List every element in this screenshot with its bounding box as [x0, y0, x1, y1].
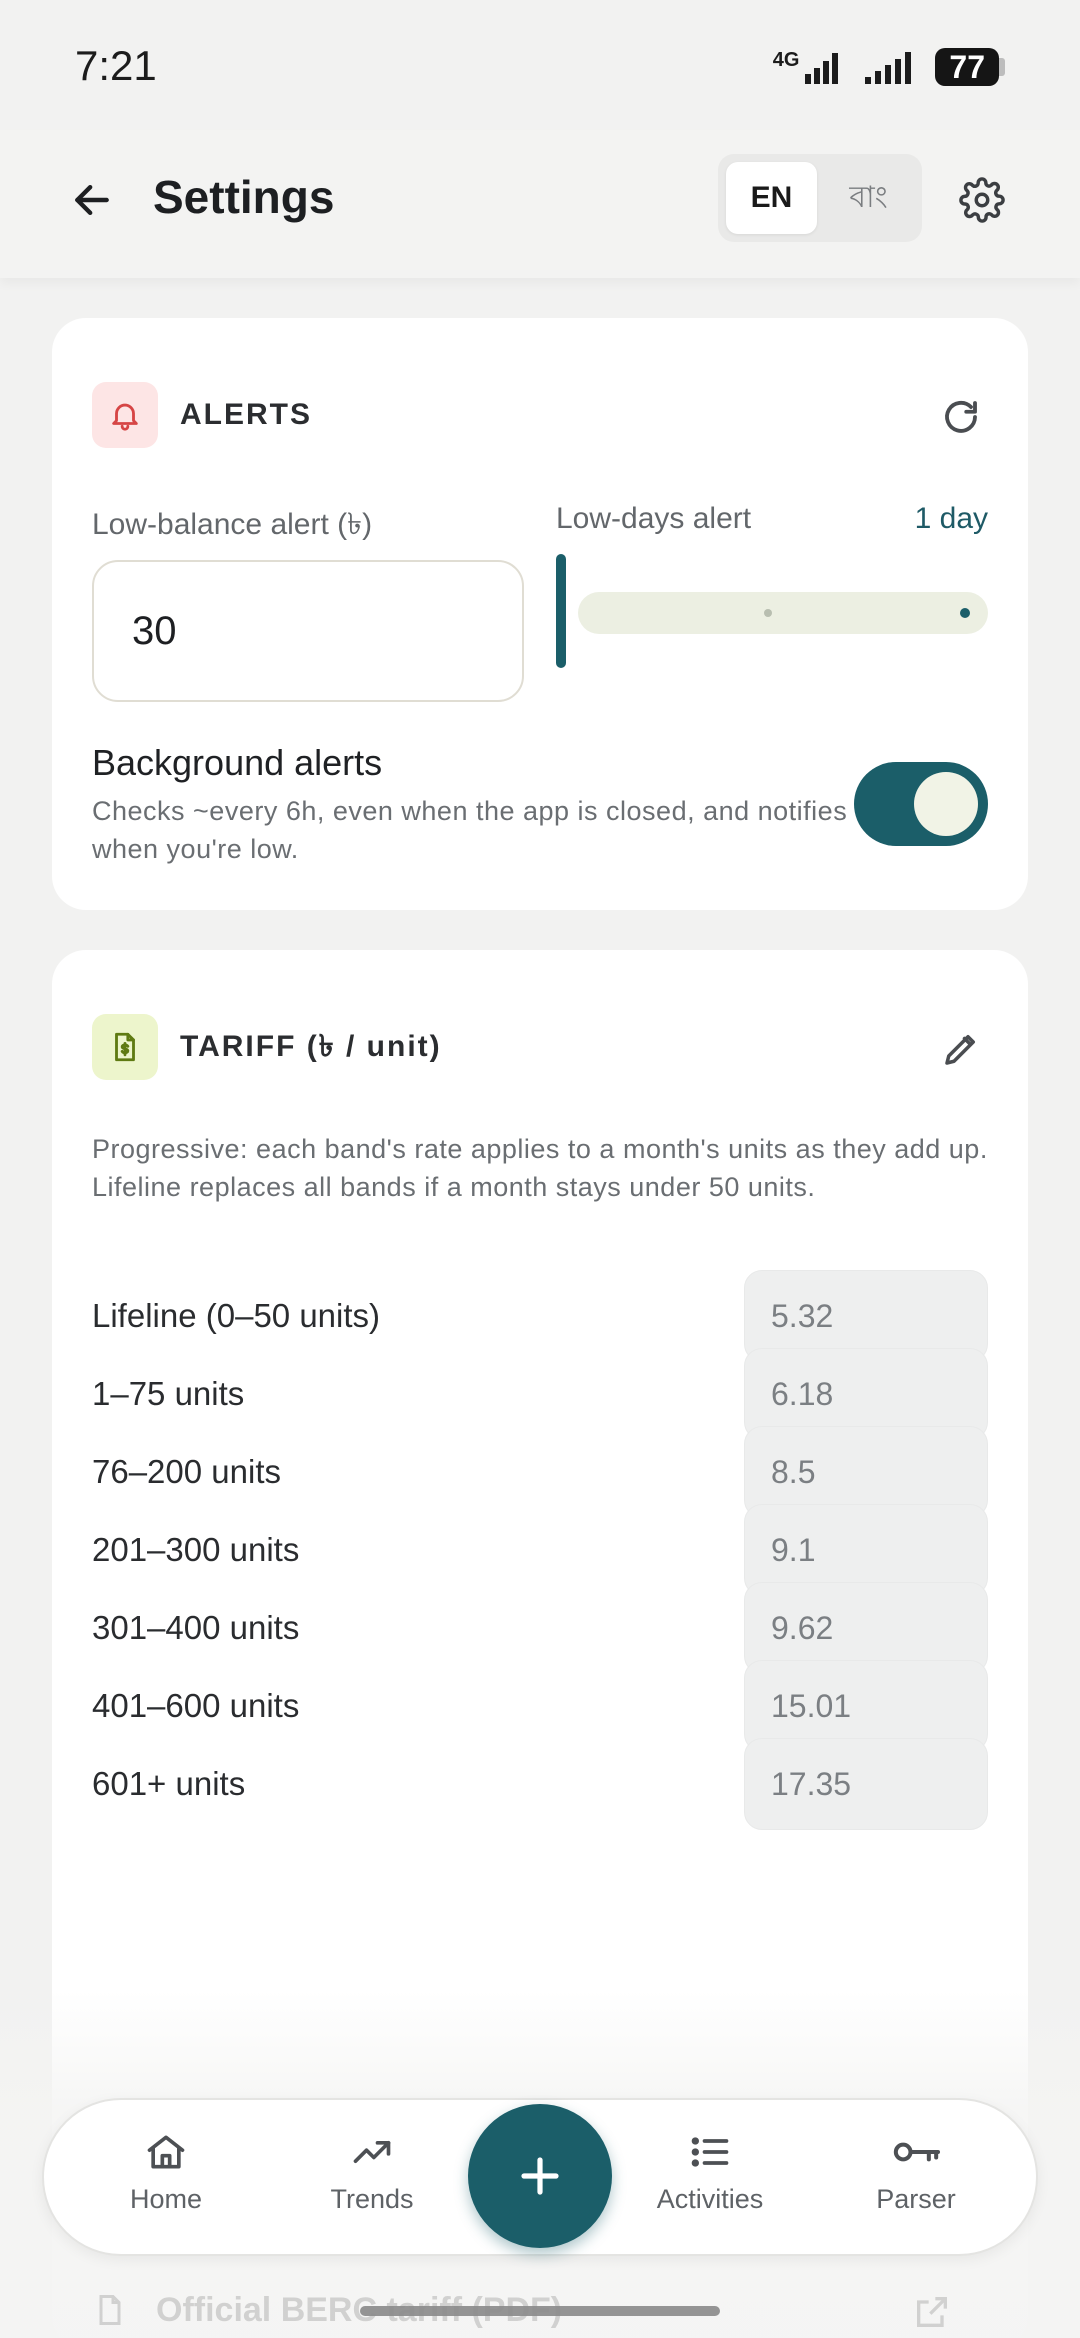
- signal-icon: [865, 52, 912, 84]
- status-bar: 7:21 4G 77: [0, 0, 1080, 130]
- home-icon: [147, 2135, 185, 2169]
- invoice-icon: [92, 1014, 158, 1080]
- lang-option-bn[interactable]: বাং: [823, 162, 914, 234]
- battery-icon: 77: [935, 48, 1005, 86]
- settings-button[interactable]: [954, 172, 1010, 228]
- band-label: 201–300 units: [92, 1531, 300, 1568]
- tariff-card-title: TARIFF (৳ / unit): [180, 1029, 442, 1063]
- tariff-card-header: TARIFF (৳ / unit): [92, 1014, 442, 1080]
- add-button[interactable]: [468, 2104, 612, 2248]
- nav-item-home[interactable]: Home: [76, 2130, 256, 2215]
- signal-icon: [805, 53, 839, 84]
- nav-label: Parser: [876, 2184, 956, 2214]
- app-header: Settings EN বাং: [0, 130, 1080, 278]
- low-days-slider[interactable]: [556, 554, 988, 668]
- reset-alerts-button[interactable]: [934, 390, 988, 444]
- language-toggle[interactable]: EN বাং: [718, 154, 922, 242]
- background-alerts-title: Background alerts: [92, 742, 383, 783]
- slider-handle[interactable]: [556, 554, 566, 668]
- trending-up-icon: [353, 2141, 391, 2163]
- nav-item-activities[interactable]: Activities: [620, 2130, 800, 2215]
- battery-tip: [999, 58, 1005, 76]
- band-label: 601+ units: [92, 1765, 246, 1802]
- band-label: 1–75 units: [92, 1375, 245, 1412]
- network-type: 4G: [772, 49, 800, 71]
- slider-tick: [764, 609, 772, 617]
- low-days-value: 1 day: [914, 502, 988, 535]
- alerts-card-header: ALERTS: [92, 382, 312, 448]
- arrow-left-icon: [75, 184, 109, 216]
- status-indicators: 4G 77: [773, 48, 1005, 86]
- battery-level: 77: [935, 48, 999, 86]
- list-icon: [691, 2137, 729, 2167]
- pencil-icon: [945, 1035, 975, 1065]
- home-indicator[interactable]: [360, 2306, 720, 2316]
- band-label: Lifeline (0–50 units): [92, 1297, 381, 1334]
- bell-icon: [92, 382, 158, 448]
- page-title: Settings: [153, 171, 335, 223]
- nav-item-trends[interactable]: Trends: [282, 2130, 462, 2215]
- low-balance-label: Low-balance alert (৳): [92, 508, 373, 541]
- plus-icon: [521, 2157, 559, 2195]
- tariff-band-row: 601+ units 17.35: [92, 1738, 988, 1830]
- background-alerts-desc: Checks ~every 6h, even when the app is c…: [92, 796, 848, 864]
- gear-icon: [959, 177, 1005, 223]
- band-rate-input[interactable]: 17.35: [744, 1738, 988, 1830]
- low-days-label: Low-days alert: [556, 502, 752, 535]
- status-time: 7:21: [75, 42, 157, 89]
- slider-tick: [960, 608, 970, 618]
- background-alerts-toggle[interactable]: [854, 762, 988, 846]
- nav-label: Trends: [330, 2184, 414, 2214]
- nav-label: Activities: [656, 2184, 764, 2214]
- nav-item-parser[interactable]: Parser: [826, 2130, 1006, 2215]
- refresh-icon: [945, 400, 977, 433]
- nav-label: Home: [129, 2184, 203, 2214]
- document-icon: [99, 2295, 121, 2325]
- alerts-card: ALERTS Low-balance alert (৳) 30 Low-days…: [52, 318, 1028, 910]
- band-label: 301–400 units: [92, 1609, 300, 1646]
- lang-option-en[interactable]: EN: [726, 162, 817, 234]
- back-button[interactable]: [64, 172, 120, 228]
- low-balance-input[interactable]: 30: [92, 560, 524, 702]
- band-label: 401–600 units: [92, 1687, 300, 1724]
- band-label: 76–200 units: [92, 1453, 281, 1490]
- tariff-description: Progressive: each band's rate applies to…: [92, 1134, 988, 1202]
- external-link-icon: [917, 2297, 947, 2327]
- alerts-card-title: ALERTS: [180, 398, 312, 431]
- toggle-knob: [914, 772, 978, 836]
- key-icon: [893, 2142, 941, 2162]
- slider-track[interactable]: [578, 592, 988, 634]
- edit-tariff-button[interactable]: [934, 1022, 988, 1076]
